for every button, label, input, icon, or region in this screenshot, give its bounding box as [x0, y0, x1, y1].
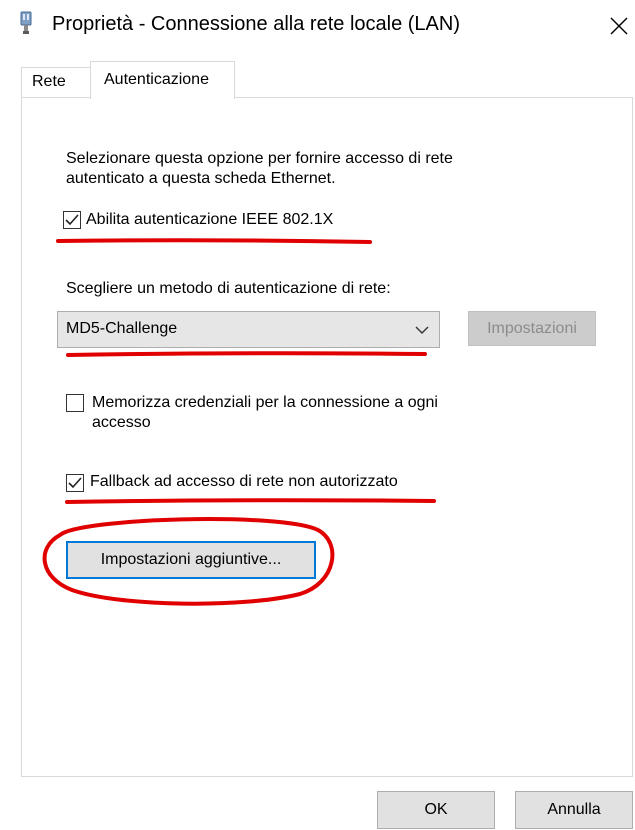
- close-button[interactable]: [604, 8, 634, 44]
- remember-credentials-checkbox[interactable]: [66, 394, 84, 412]
- tab-autenticazione-label: Autenticazione: [104, 71, 209, 88]
- fallback-checkbox[interactable]: [66, 474, 84, 492]
- enable-8021x-label[interactable]: Abilita autenticazione IEEE 802.1X: [86, 210, 333, 230]
- fallback-label[interactable]: Fallback ad accesso di rete non autorizz…: [90, 472, 398, 492]
- chevron-down-icon: [415, 326, 429, 334]
- description-line-2: autenticato a questa scheda Ethernet.: [66, 170, 336, 187]
- description-line-1: Selezionare questa opzione per fornire a…: [66, 150, 453, 167]
- enable-8021x-checkbox[interactable]: [63, 211, 81, 229]
- method-label: Scegliere un metodo di autenticazione di…: [66, 280, 391, 297]
- tab-rete-label: Rete: [32, 73, 66, 90]
- tab-rete[interactable]: Rete: [21, 67, 91, 98]
- title-bar: Proprietà - Connessione alla rete locale…: [0, 0, 635, 50]
- ok-button[interactable]: OK: [377, 791, 495, 829]
- tab-autenticazione[interactable]: Autenticazione: [90, 61, 235, 99]
- checkmark-icon: [65, 214, 79, 226]
- additional-settings-button[interactable]: Impostazioni aggiuntive...: [66, 541, 316, 579]
- auth-method-dropdown[interactable]: MD5-Challenge: [57, 311, 440, 348]
- auth-method-value: MD5-Challenge: [66, 320, 178, 337]
- method-settings-button[interactable]: Impostazioni: [468, 311, 596, 346]
- window-title: Proprietà - Connessione alla rete locale…: [52, 13, 460, 35]
- network-adapter-icon: [20, 11, 32, 34]
- close-icon: [610, 17, 628, 35]
- properties-dialog: Proprietà - Connessione alla rete locale…: [0, 0, 635, 830]
- tab-page-autenticazione: [21, 97, 633, 777]
- remember-credentials-label-2[interactable]: accesso: [92, 413, 151, 433]
- remember-credentials-label-1[interactable]: Memorizza credenziali per la connessione…: [92, 393, 438, 413]
- checkmark-icon: [68, 477, 82, 489]
- cancel-button[interactable]: Annulla: [515, 791, 633, 829]
